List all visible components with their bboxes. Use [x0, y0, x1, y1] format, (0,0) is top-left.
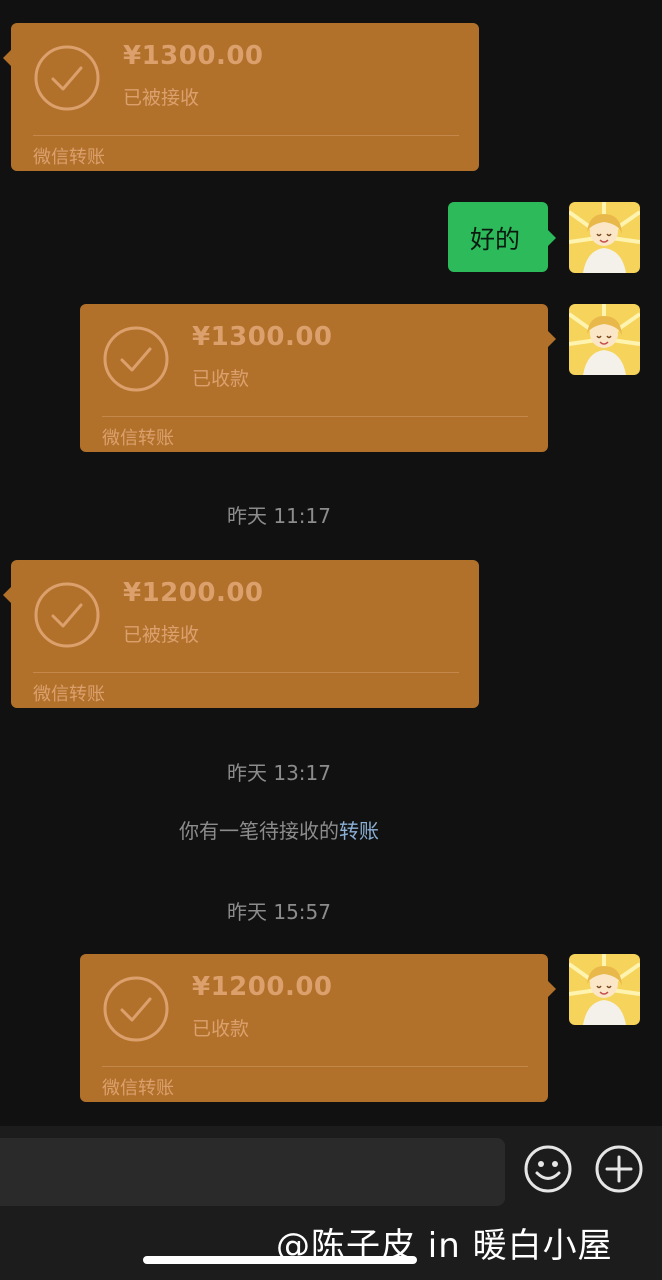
timestamp: 昨天 11:17 — [227, 504, 331, 528]
transfer-card[interactable]: ¥1300.00 已被接收 微信转账 — [3, 23, 479, 171]
avatar[interactable] — [569, 202, 640, 273]
system-message: 你有一笔待接收的转账 — [0, 815, 558, 844]
transfer-card[interactable]: ¥1300.00 已收款 微信转账 — [80, 304, 556, 452]
check-circle-icon — [34, 582, 100, 648]
check-circle-icon — [103, 976, 169, 1042]
text-message[interactable]: 好的 — [448, 202, 556, 272]
bubble-tail — [548, 331, 556, 347]
transfer-card[interactable]: ¥1200.00 已被接收 微信转账 — [3, 560, 479, 708]
divider — [33, 135, 459, 136]
timestamp: 昨天 15:57 — [227, 900, 331, 924]
timestamp: 昨天 13:17 — [227, 761, 331, 785]
transfer-status: 已被接收 — [123, 624, 200, 646]
transfer-brand: 微信转账 — [102, 1078, 174, 1099]
transfer-brand: 微信转账 — [33, 147, 105, 168]
transfer-status: 已收款 — [192, 1018, 250, 1040]
transfer-link[interactable]: 转账 — [339, 819, 379, 843]
transfer-amount: ¥1300.00 — [192, 322, 333, 352]
check-circle-icon — [103, 326, 169, 392]
transfer-brand: 微信转账 — [102, 428, 174, 449]
bubble-tail — [3, 50, 11, 66]
bubble-tail — [548, 230, 556, 246]
transfer-brand: 微信转账 — [33, 684, 105, 705]
transfer-status: 已收款 — [192, 368, 250, 390]
plus-icon[interactable] — [594, 1144, 644, 1194]
avatar[interactable] — [569, 304, 640, 375]
transfer-card[interactable]: ¥1200.00 已收款 微信转账 — [80, 954, 556, 1102]
divider — [102, 1066, 528, 1067]
check-circle-icon — [34, 45, 100, 111]
bubble-tail — [548, 981, 556, 997]
transfer-status: 已被接收 — [123, 87, 200, 109]
system-message-text: 你有一笔待接收的 — [179, 819, 339, 843]
bubble-tail — [3, 587, 11, 603]
avatar[interactable] — [569, 954, 640, 1025]
transfer-amount: ¥1300.00 — [123, 41, 264, 71]
divider — [102, 416, 528, 417]
message-text: 好的 — [470, 225, 521, 254]
home-indicator[interactable] — [143, 1256, 417, 1264]
message-input[interactable] — [0, 1138, 505, 1206]
transfer-amount: ¥1200.00 — [123, 578, 264, 608]
emoji-icon[interactable] — [523, 1144, 573, 1194]
transfer-amount: ¥1200.00 — [192, 972, 333, 1002]
divider — [33, 672, 459, 673]
